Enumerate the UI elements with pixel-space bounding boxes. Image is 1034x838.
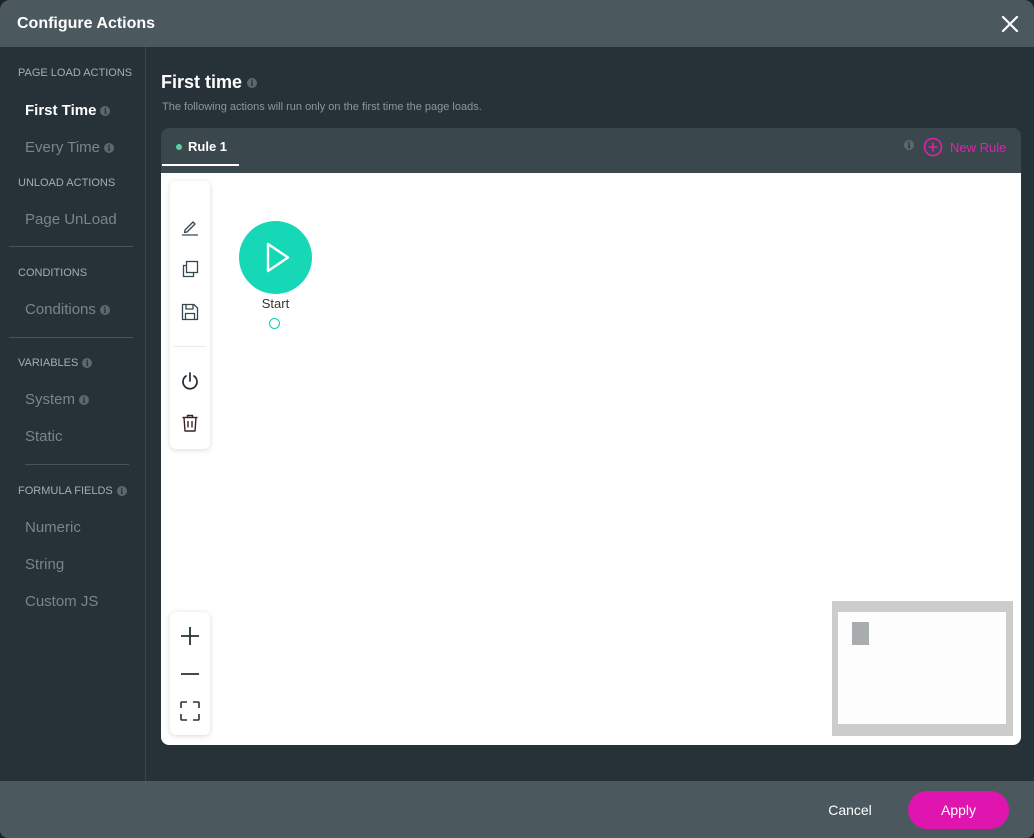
duplicate-icon bbox=[182, 260, 199, 278]
sidebar-item-label: Page UnLoad bbox=[25, 211, 117, 228]
start-node-connector[interactable] bbox=[269, 318, 280, 329]
sidebar-item-label: System bbox=[25, 391, 76, 408]
section-formula-fields: FORMULA FIELDS i bbox=[18, 485, 127, 497]
sidebar-item-static[interactable]: Static bbox=[25, 428, 63, 445]
section-variables: VARIABLES i bbox=[18, 357, 93, 369]
section-label: VARIABLES bbox=[18, 357, 79, 369]
close-icon bbox=[1001, 15, 1019, 33]
fit-screen-button[interactable] bbox=[179, 700, 201, 722]
section-page-load-actions: PAGE LOAD ACTIONS bbox=[18, 67, 133, 79]
zoom-in-button[interactable] bbox=[179, 625, 201, 647]
sidebar-item-label: Numeric bbox=[25, 519, 81, 536]
modal-title: Configure Actions bbox=[17, 15, 156, 32]
sidebar-item-label: Conditions bbox=[25, 301, 96, 318]
rules-panel: Rule 1 i New Rule Start bbox=[161, 128, 1021, 745]
power-icon bbox=[182, 372, 198, 390]
toolbar-divider bbox=[174, 346, 206, 347]
sidebar: PAGE LOAD ACTIONS First Time i Every Time… bbox=[0, 47, 146, 781]
section-unload-actions: UNLOAD ACTIONS bbox=[18, 177, 116, 189]
sidebar-item-label: Every Time bbox=[25, 139, 101, 156]
delete-button[interactable] bbox=[179, 412, 201, 434]
tab-label: Rule 1 bbox=[188, 139, 228, 154]
start-node[interactable] bbox=[239, 221, 312, 294]
modal-header: Configure Actions bbox=[0, 0, 1034, 47]
zoom-out-button[interactable] bbox=[179, 663, 201, 685]
sidebar-item-every-time[interactable]: Every Time i bbox=[25, 139, 115, 156]
sidebar-divider bbox=[9, 337, 133, 338]
sidebar-item-label: First Time bbox=[25, 102, 97, 119]
info-icon: i bbox=[99, 305, 110, 316]
info-icon[interactable]: i bbox=[904, 140, 914, 150]
info-icon: i bbox=[116, 486, 127, 497]
info-icon[interactable]: i bbox=[247, 78, 258, 89]
sidebar-divider bbox=[9, 246, 133, 247]
cancel-button[interactable]: Cancel bbox=[812, 791, 888, 829]
save-icon bbox=[181, 303, 199, 321]
sidebar-item-label: Custom JS bbox=[25, 593, 99, 610]
minimap-node bbox=[852, 622, 869, 645]
page-title: First time i bbox=[161, 72, 258, 93]
tab-rule-1[interactable]: Rule 1 bbox=[162, 128, 239, 166]
play-icon bbox=[266, 242, 290, 273]
sidebar-item-label: String bbox=[25, 556, 65, 573]
sidebar-item-string[interactable]: String bbox=[25, 556, 64, 573]
page-subtitle: The following actions will run only on t… bbox=[162, 101, 482, 113]
close-button[interactable] bbox=[1000, 14, 1020, 34]
flow-canvas[interactable]: Start bbox=[161, 173, 1021, 745]
canvas-toolbar bbox=[170, 181, 210, 449]
sidebar-item-conditions[interactable]: Conditions i bbox=[25, 301, 110, 318]
apply-button[interactable]: Apply bbox=[908, 791, 1009, 829]
rule-tab-bar: Rule 1 i New Rule bbox=[161, 128, 1021, 173]
zoom-in-icon bbox=[181, 627, 199, 645]
minimap-viewport bbox=[838, 612, 1006, 724]
fit-screen-icon bbox=[180, 701, 200, 721]
sidebar-item-custom-js[interactable]: Custom JS bbox=[25, 593, 98, 610]
plus-circle-icon bbox=[923, 137, 943, 157]
trash-icon bbox=[182, 414, 198, 432]
info-icon: i bbox=[82, 358, 93, 369]
section-label: FORMULA FIELDS bbox=[18, 485, 113, 497]
zoom-out-icon bbox=[181, 673, 199, 675]
edit-button[interactable] bbox=[179, 215, 201, 237]
section-conditions: CONDITIONS bbox=[18, 267, 88, 279]
info-icon: i bbox=[104, 143, 115, 154]
configure-actions-modal: Configure Actions PAGE LOAD ACTIONS Firs… bbox=[0, 0, 1034, 838]
start-node-label: Start bbox=[261, 296, 290, 311]
new-rule-label: New Rule bbox=[950, 139, 1007, 155]
sidebar-divider bbox=[25, 464, 129, 465]
sidebar-item-numeric[interactable]: Numeric bbox=[25, 519, 81, 536]
sidebar-item-label: Static bbox=[25, 428, 63, 445]
zoom-controls bbox=[170, 612, 210, 735]
toggle-power-button[interactable] bbox=[179, 370, 201, 392]
sidebar-item-first-time[interactable]: First Time i bbox=[25, 102, 111, 119]
new-rule-button[interactable]: New Rule bbox=[923, 137, 1006, 157]
edit-icon bbox=[182, 221, 198, 236]
minimap[interactable] bbox=[832, 601, 1013, 736]
info-icon: i bbox=[100, 106, 111, 117]
page-title-text: First time bbox=[161, 72, 243, 92]
save-button[interactable] bbox=[179, 301, 201, 323]
info-icon: i bbox=[79, 395, 90, 406]
modal-footer: Cancel Apply bbox=[0, 781, 1034, 838]
rule-status-dot bbox=[176, 144, 182, 150]
sidebar-item-page-unload[interactable]: Page UnLoad bbox=[25, 211, 117, 228]
duplicate-button[interactable] bbox=[179, 258, 201, 280]
sidebar-item-system[interactable]: System i bbox=[25, 391, 90, 408]
